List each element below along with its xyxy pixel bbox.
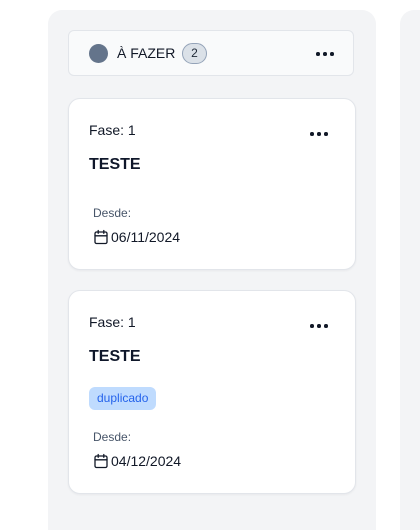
kanban-column-todo: À FAZER 2 Fase: 1 TESTE Desde: 06/11/202… (48, 10, 376, 530)
card-phase: Fase: 1 (89, 122, 136, 138)
column-more-options-icon[interactable] (314, 43, 336, 65)
column-title: À FAZER (117, 45, 176, 61)
card-more-options-icon[interactable] (308, 315, 330, 337)
card-more-options-icon[interactable] (308, 123, 330, 145)
card-phase: Fase: 1 (89, 314, 136, 330)
card-count-badge: 2 (182, 43, 207, 64)
since-label: Desde: (93, 206, 132, 220)
card-title: TESTE (89, 348, 141, 365)
task-card[interactable]: Fase: 1 TESTE Desde: 06/11/2024 (68, 98, 356, 270)
card-title: TESTE (89, 156, 141, 173)
since-label: Desde: (93, 430, 132, 444)
column-header: À FAZER 2 (68, 30, 354, 76)
calendar-icon (94, 453, 108, 469)
card-date-value: 04/12/2024 (111, 453, 182, 469)
task-card[interactable]: Fase: 1 TESTE duplicado Desde: 04/12/202… (68, 290, 356, 494)
status-dot-icon (89, 44, 108, 63)
kanban-board: À FAZER 2 Fase: 1 TESTE Desde: 06/11/202… (0, 0, 420, 530)
tag-duplicado[interactable]: duplicado (89, 387, 157, 410)
kanban-column-next (400, 10, 420, 530)
calendar-icon (94, 229, 108, 245)
card-date-value: 06/11/2024 (111, 229, 181, 245)
